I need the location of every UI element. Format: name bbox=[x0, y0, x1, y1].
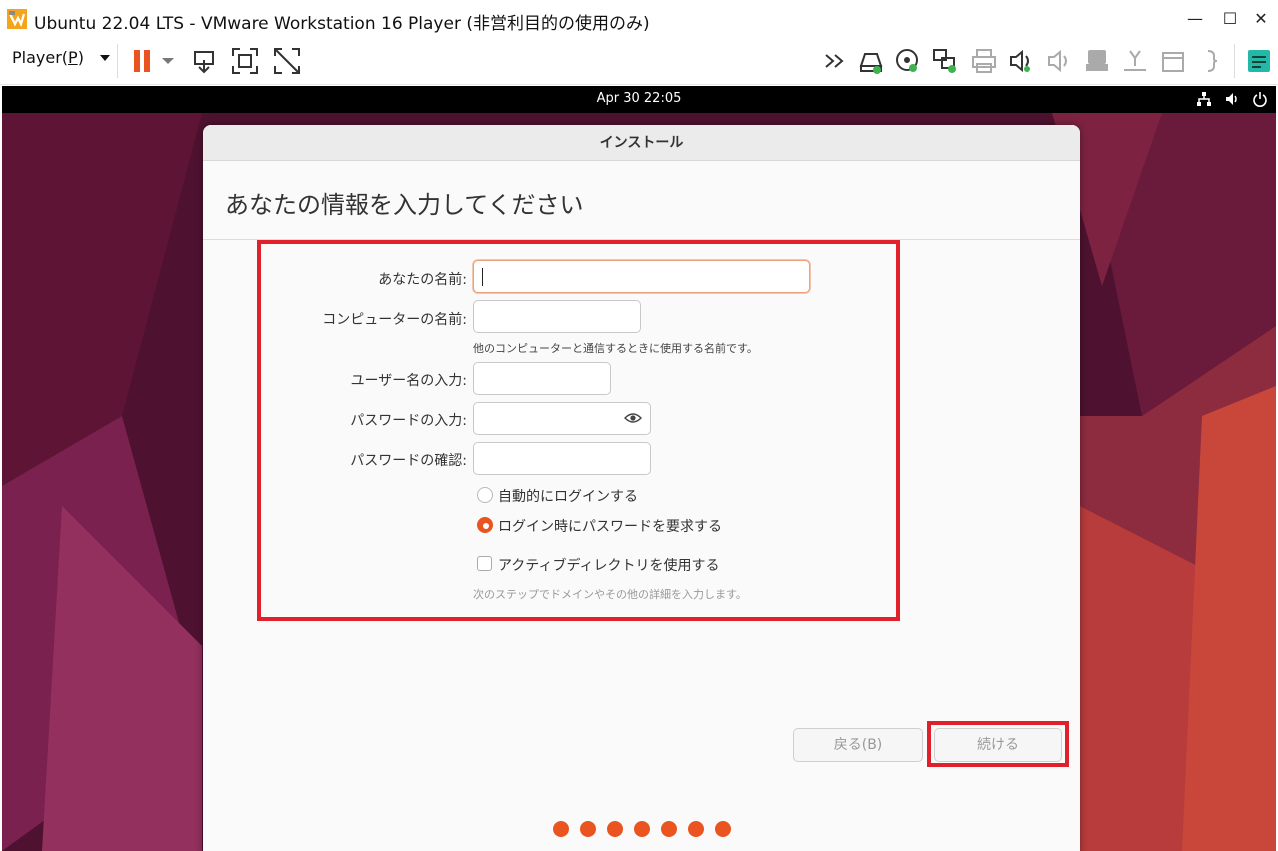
toolbar-divider bbox=[1234, 44, 1235, 78]
page-heading: あなたの情報を入力してください bbox=[225, 191, 584, 219]
player-toolbar: Player(P) bbox=[0, 38, 1278, 85]
network-adapter-icon[interactable] bbox=[930, 46, 960, 76]
form-highlight-box bbox=[257, 240, 900, 621]
vmware-app-icon bbox=[7, 9, 27, 29]
printer-icon[interactable] bbox=[969, 46, 999, 76]
gnome-top-bar: Apr 30 22:05 bbox=[2, 86, 1276, 113]
progress-dot bbox=[634, 821, 650, 837]
minimize-button[interactable]: — bbox=[1182, 6, 1208, 32]
message-log-icon[interactable] bbox=[1244, 46, 1274, 76]
toolbar-divider bbox=[117, 44, 118, 78]
back-button[interactable]: 戻る(B) bbox=[793, 728, 923, 762]
chevron-down-icon bbox=[100, 55, 111, 61]
send-ctrl-alt-del-icon[interactable] bbox=[190, 46, 220, 76]
maximize-button[interactable]: ☐ bbox=[1217, 6, 1243, 32]
progress-dot bbox=[715, 821, 731, 837]
power-icon bbox=[1253, 92, 1267, 107]
unity-icon[interactable] bbox=[272, 46, 302, 76]
volume-icon bbox=[1226, 93, 1237, 105]
bracket-icon[interactable] bbox=[1198, 46, 1228, 76]
player-menu-accelerator: P bbox=[68, 48, 78, 67]
network-icon bbox=[1197, 92, 1211, 106]
removable-device-icon[interactable] bbox=[1158, 46, 1188, 76]
camera-icon[interactable] bbox=[1120, 46, 1150, 76]
sound-card-icon[interactable] bbox=[1006, 46, 1036, 76]
window-title: Ubuntu 22.04 LTS - VMware Workstation 16… bbox=[34, 14, 650, 34]
progress-dot bbox=[580, 821, 596, 837]
player-menu-label: Player( bbox=[12, 48, 69, 67]
continue-highlight-box bbox=[927, 721, 1069, 767]
cd-dvd-icon[interactable] bbox=[893, 46, 923, 76]
pause-dropdown-icon[interactable] bbox=[158, 46, 178, 76]
fullscreen-icon[interactable] bbox=[230, 46, 260, 76]
window-titlebar: Ubuntu 22.04 LTS - VMware Workstation 16… bbox=[0, 0, 1278, 38]
progress-dot bbox=[553, 821, 569, 837]
progress-dot bbox=[661, 821, 677, 837]
installer-title: インストール bbox=[203, 125, 1080, 161]
hard-disk-icon[interactable] bbox=[856, 46, 886, 76]
system-status-area[interactable] bbox=[1196, 91, 1268, 107]
step-progress-dots bbox=[553, 821, 731, 837]
close-button[interactable]: ✕ bbox=[1248, 6, 1274, 32]
usb-device-icon[interactable] bbox=[1082, 46, 1112, 76]
sound-muted-icon[interactable] bbox=[1044, 46, 1074, 76]
player-menu-button[interactable]: Player(P) bbox=[12, 48, 111, 67]
more-devices-icon[interactable] bbox=[822, 46, 852, 76]
progress-dot bbox=[688, 821, 704, 837]
top-bar-clock[interactable]: Apr 30 22:05 bbox=[2, 91, 1276, 106]
player-menu-label-end: ) bbox=[77, 48, 84, 67]
progress-dot bbox=[607, 821, 623, 837]
pause-icon[interactable] bbox=[128, 46, 158, 76]
